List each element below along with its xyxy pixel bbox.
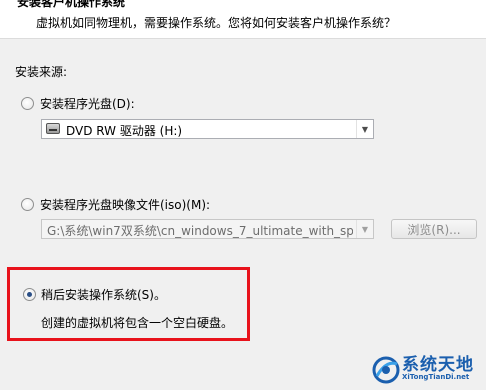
drive-select-value: DVD RW 驱动器 (H:) [66,124,183,138]
watermark-url: XiTongTianDi.net [402,373,470,381]
wizard-header: 安装客户机操作系统 虚拟机如同物理机，需要操作系统。您将如何安装客户机操作系统？ [0,0,486,39]
iso-path-input[interactable]: G:\系统\win7双系统\cn_windows_7_ultimate_with… [41,219,374,239]
install-source-label: 安装来源: [15,65,68,79]
dvd-drive-icon [46,123,60,134]
watermark: 系统天地 XiTongTianDi.net [372,350,484,388]
page-subtitle: 虚拟机如同物理机，需要操作系统。您将如何安装客户机操作系统？ [36,16,397,30]
highlight-box [7,267,250,341]
drive-select[interactable]: DVD RW 驱动器 (H:) ▼ [41,119,374,139]
page-title: 安装客户机操作系统 [17,0,126,9]
watermark-logo-icon [372,356,400,384]
radio-installer-disc[interactable] [21,97,34,110]
installer-disc-label[interactable]: 安装程序光盘(D): [40,95,135,112]
watermark-name: 系统天地 [402,355,474,375]
radio-iso-image[interactable] [21,198,34,211]
iso-path-value: G:\系统\win7双系统\cn_windows_7_ultimate_with… [47,224,353,238]
chevron-down-icon[interactable]: ▼ [356,120,373,138]
iso-image-label[interactable]: 安装程序光盘映像文件(iso)(M): [40,196,210,213]
browse-button[interactable]: 浏览(R)... [391,219,477,239]
chevron-down-icon[interactable]: ▼ [356,220,373,238]
